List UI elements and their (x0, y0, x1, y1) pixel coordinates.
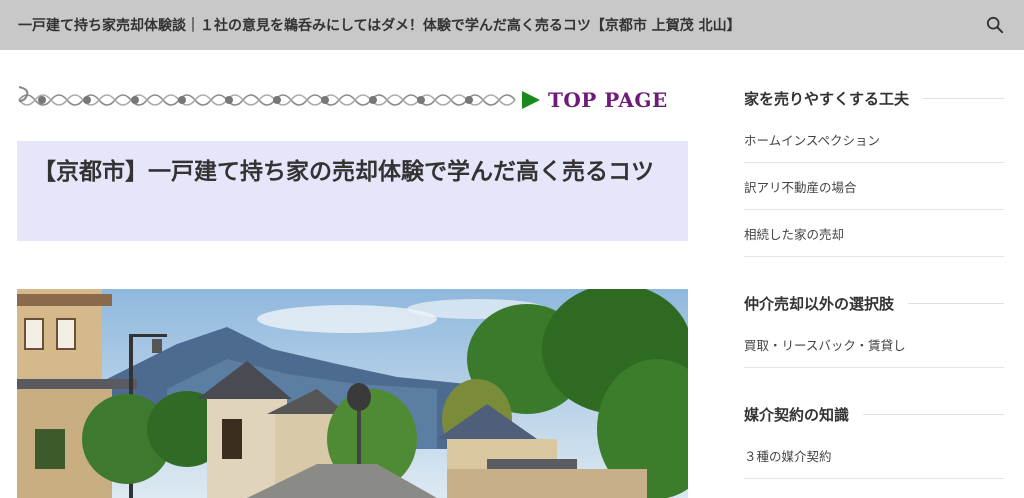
hero-image (17, 289, 688, 498)
title-divider (863, 414, 1004, 415)
site-header: 一戸建て持ち家売却体験談｜１社の意見を鵜呑みにしてはダメ！体験で学んだ高く売るコ… (0, 0, 1024, 50)
sidebar-link-label: 訳アリ不動産の場合 (744, 179, 857, 195)
widget-title-alternatives: 仲介売却以外の選択肢 (744, 293, 1004, 314)
widget-title-text: 仲介売却以外の選択肢 (744, 295, 895, 313)
widget-title-selling-tips: 家を売りやすくする工夫 (744, 88, 1004, 109)
sidebar-link-label: 買取・リースバック・賃貸し (744, 337, 906, 353)
search-button[interactable] (984, 14, 1006, 36)
title-divider (908, 303, 1004, 304)
sidebar-link-three-contracts[interactable]: ３種の媒介契約 (744, 432, 1004, 479)
sidebar-link-label: 相続した家の売却 (744, 226, 845, 242)
article-title: 【京都市】一戸建て持ち家の売却体験で学んだ高く売るコツ (33, 159, 654, 185)
sidebar-link-buyback-leaseback[interactable]: 買取・リースバック・賃貸し (744, 321, 1004, 368)
ornament-border-icon (18, 94, 516, 106)
sidebar-link-label: ３種の媒介契約 (744, 448, 832, 464)
sidebar-link-label: ホームインスペクション (744, 132, 881, 148)
widget-title-text: 家を売りやすくする工夫 (744, 90, 910, 108)
site-title[interactable]: 一戸建て持ち家売却体験談｜１社の意見を鵜呑みにしてはダメ！体験で学んだ高く売るコ… (18, 15, 984, 35)
sidebar-link-problem-property[interactable]: 訳アリ不動産の場合 (744, 163, 1004, 210)
sidebar-link-inherited-house[interactable]: 相続した家の売却 (744, 210, 1004, 257)
article-title-box: 【京都市】一戸建て持ち家の売却体験で学んだ高く売るコツ (17, 141, 688, 241)
widget-title-brokerage-contract: 媒介契約の知識 (744, 404, 1004, 425)
widget-title-text: 媒介契約の知識 (744, 406, 850, 424)
play-arrow-icon (522, 91, 540, 109)
kyoto-street-image (17, 289, 688, 498)
title-divider (923, 98, 1004, 99)
search-icon (986, 16, 1004, 34)
top-page-label: TOP PAGE (548, 88, 668, 112)
navigation-banner: TOP PAGE (17, 85, 688, 115)
sidebar-link-home-inspection[interactable]: ホームインスペクション (744, 116, 1004, 163)
curl-ornament-icon (18, 86, 29, 102)
top-page-link[interactable]: TOP PAGE (522, 87, 668, 113)
